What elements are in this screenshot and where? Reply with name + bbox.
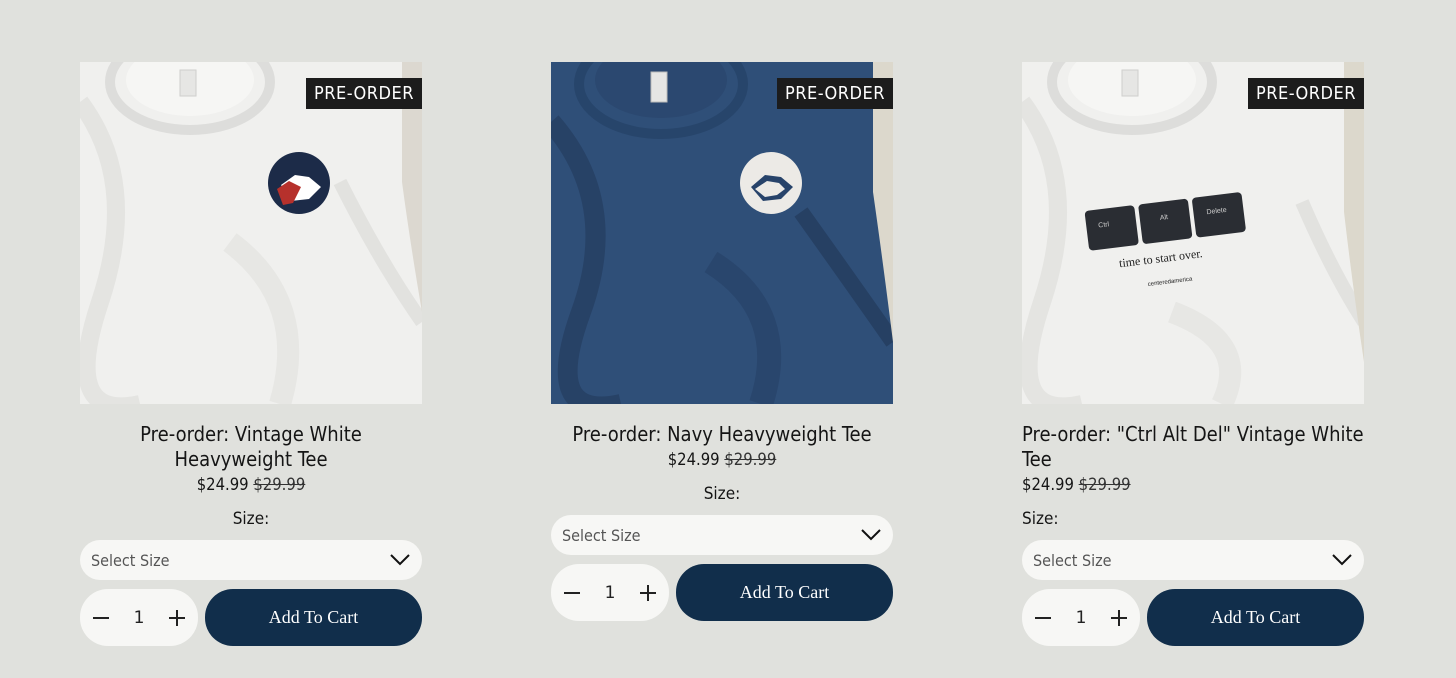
product-image[interactable]: PRE-ORDER — [80, 62, 422, 404]
plus-button[interactable] — [166, 607, 188, 629]
quantity-value[interactable]: 1 — [1076, 608, 1087, 628]
minus-button[interactable] — [561, 582, 583, 604]
minus-button[interactable] — [90, 607, 112, 629]
quantity-stepper: 1 — [80, 589, 198, 646]
sale-price: $24.99 — [196, 475, 249, 494]
product-price: $24.99 $29.99 — [80, 473, 422, 497]
preorder-badge: PRE-ORDER — [776, 78, 893, 109]
size-select[interactable]: Select Size — [551, 515, 893, 555]
add-to-cart-button[interactable]: Add To Cart — [205, 589, 422, 646]
product-card: PRE-ORDER Pre-order: Vintage White Heavy… — [80, 62, 422, 646]
size-select-value: Select Size — [1033, 550, 1112, 570]
add-to-cart-button[interactable]: Add To Cart — [1147, 589, 1364, 646]
size-select-value: Select Size — [91, 550, 170, 570]
minus-icon — [564, 591, 580, 594]
quantity-stepper: 1 — [551, 564, 669, 621]
product-card: Ctrl Alt Delete time to start over. cent… — [1022, 62, 1364, 646]
plus-icon — [168, 609, 185, 626]
product-card: PRE-ORDER Pre-order: Navy Heavyweight Te… — [551, 62, 893, 621]
compare-price: $29.99 — [724, 450, 777, 469]
product-title[interactable]: Pre-order: Navy Heavyweight Tee — [551, 422, 893, 447]
key-alt: Alt — [1159, 214, 1168, 222]
key-ctrl: Ctrl — [1098, 221, 1110, 229]
tshirt-image: Ctrl Alt Delete time to start over. cent… — [1022, 62, 1364, 404]
minus-button[interactable] — [1032, 607, 1054, 629]
quantity-value[interactable]: 1 — [134, 608, 145, 628]
compare-price: $29.99 — [253, 475, 306, 494]
tshirt-image — [551, 62, 893, 404]
product-title[interactable]: Pre-order: "Ctrl Alt Del" Vintage White … — [1022, 422, 1364, 472]
product-price: $24.99 $29.99 — [1022, 473, 1364, 497]
preorder-badge: PRE-ORDER — [1247, 78, 1364, 109]
product-price: $24.99 $29.99 — [551, 448, 893, 472]
size-select-value: Select Size — [562, 525, 641, 545]
tshirt-image — [80, 62, 422, 404]
plus-icon — [1110, 609, 1127, 626]
quantity-value[interactable]: 1 — [605, 583, 616, 603]
sale-price: $24.99 — [667, 450, 720, 469]
size-label: Size: — [1022, 509, 1059, 529]
chevron-down-icon — [390, 554, 410, 566]
minus-icon — [1035, 616, 1051, 619]
preorder-badge: PRE-ORDER — [305, 78, 422, 109]
product-title[interactable]: Pre-order: Vintage White Heavyweight Tee — [80, 422, 422, 472]
plus-button[interactable] — [637, 582, 659, 604]
size-label: Size: — [232, 509, 270, 529]
handshake-emblem — [740, 152, 802, 214]
chevron-down-icon — [861, 529, 881, 541]
plus-button[interactable] — [1108, 607, 1130, 629]
sale-price: $24.99 — [1022, 475, 1074, 494]
minus-icon — [93, 616, 109, 619]
product-image[interactable]: Ctrl Alt Delete time to start over. cent… — [1022, 62, 1364, 404]
compare-price: $29.99 — [1078, 475, 1131, 494]
chevron-down-icon — [1332, 554, 1352, 566]
size-select[interactable]: Select Size — [1022, 540, 1364, 580]
add-to-cart-button[interactable]: Add To Cart — [676, 564, 893, 621]
size-select[interactable]: Select Size — [80, 540, 422, 580]
size-label: Size: — [703, 484, 741, 504]
handshake-emblem — [268, 152, 330, 214]
plus-icon — [639, 584, 656, 601]
product-image[interactable]: PRE-ORDER — [551, 62, 893, 404]
quantity-stepper: 1 — [1022, 589, 1140, 646]
